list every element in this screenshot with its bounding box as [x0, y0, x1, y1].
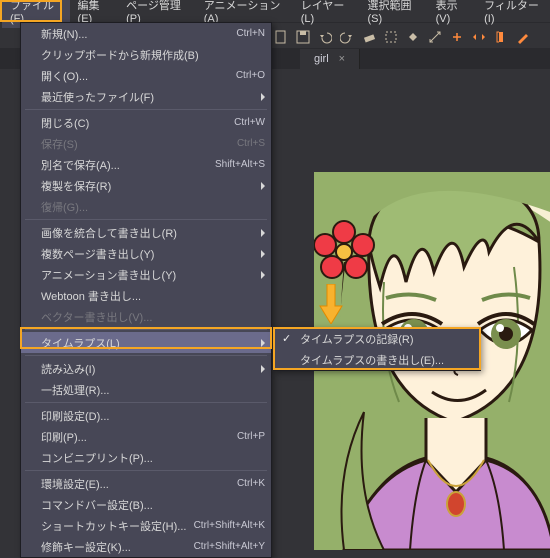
separator — [25, 219, 267, 220]
file-menu: 新規(N)...Ctrl+N クリップボードから新規作成(B) 開く(O)...… — [20, 22, 272, 558]
chevron-right-icon — [261, 182, 265, 190]
menu-preferences[interactable]: 環境設定(E)...Ctrl+K — [21, 473, 271, 494]
menu-commandbar-settings[interactable]: コマンドバー設定(B)... — [21, 494, 271, 515]
menu-new[interactable]: 新規(N)...Ctrl+N — [21, 23, 271, 44]
menu-filter[interactable]: フィルター(I) — [476, 0, 550, 28]
chevron-right-icon — [261, 339, 265, 347]
menu-export-multipage[interactable]: 複数ページ書き出し(Y) — [21, 243, 271, 264]
menu-layer[interactable]: レイヤー(L) — [293, 0, 360, 28]
chevron-right-icon — [261, 250, 265, 258]
menu-convenience-print[interactable]: コンビニプリント(P)... — [21, 447, 271, 468]
chevron-right-icon — [261, 271, 265, 279]
menu-close[interactable]: 閉じる(C)Ctrl+W — [21, 112, 271, 133]
separator — [25, 355, 267, 356]
menu-import[interactable]: 読み込み(I) — [21, 358, 271, 379]
menu-export-webtoon[interactable]: Webtoon 書き出し... — [21, 285, 271, 306]
menu-save: 保存(S)Ctrl+S — [21, 133, 271, 154]
menu-batch[interactable]: 一括処理(R)... — [21, 379, 271, 400]
menu-selection[interactable]: 選択範囲(S) — [359, 0, 427, 28]
menu-new-clipboard[interactable]: クリップボードから新規作成(B) — [21, 44, 271, 65]
submenu-record[interactable]: ✓ タイムラプスの記録(R) — [274, 328, 480, 349]
menu-save-as[interactable]: 別名で保存(A)...Shift+Alt+S — [21, 154, 271, 175]
menu-export-merged[interactable]: 画像を統合して書き出し(R) — [21, 222, 271, 243]
menu-save-copy[interactable]: 複製を保存(R) — [21, 175, 271, 196]
tab-label: girl — [314, 53, 329, 65]
chevron-right-icon — [261, 229, 265, 237]
menu-modifier-settings[interactable]: 修飾キー設定(K)...Ctrl+Shift+Alt+Y — [21, 536, 271, 557]
menu-view[interactable]: 表示(V) — [428, 0, 477, 28]
menu-revert: 復帰(G)... — [21, 196, 271, 217]
close-icon[interactable]: × — [339, 53, 345, 65]
separator — [25, 470, 267, 471]
menu-export-vector: ベクター書き出し(V)... — [21, 306, 271, 327]
menu-open[interactable]: 開く(O)...Ctrl+O — [21, 65, 271, 86]
arrow-down-icon — [316, 284, 346, 324]
separator — [25, 109, 267, 110]
separator — [25, 402, 267, 403]
menubar: ファイル(F) 編集(E) ページ管理(P) アニメーション(A) レイヤー(L… — [0, 0, 550, 22]
menu-print[interactable]: 印刷(P)...Ctrl+P — [21, 426, 271, 447]
timelapse-submenu: ✓ タイムラプスの記録(R) タイムラプスの書き出し(E)... — [273, 327, 481, 371]
submenu-export[interactable]: タイムラプスの書き出し(E)... — [274, 349, 480, 370]
menu-shortcut-settings[interactable]: ショートカットキー設定(H)...Ctrl+Shift+Alt+K — [21, 515, 271, 536]
chevron-right-icon — [261, 93, 265, 101]
menu-timelapse[interactable]: タイムラプス(L) — [21, 332, 271, 353]
document-tab[interactable]: girl × — [300, 49, 360, 69]
menu-recent[interactable]: 最近使ったファイル(F) — [21, 86, 271, 107]
separator — [25, 329, 267, 330]
check-icon: ✓ — [282, 332, 291, 345]
chevron-right-icon — [261, 365, 265, 373]
menu-export-animation[interactable]: アニメーション書き出し(Y) — [21, 264, 271, 285]
menu-print-setup[interactable]: 印刷設定(D)... — [21, 405, 271, 426]
